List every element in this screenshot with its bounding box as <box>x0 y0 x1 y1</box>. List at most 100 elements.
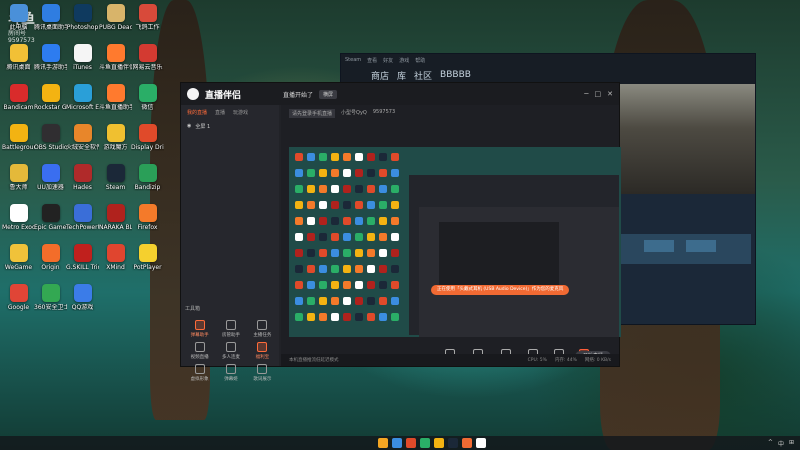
app-icon <box>41 204 60 222</box>
tray-ime-icon[interactable]: 中 <box>778 439 784 448</box>
live-companion-window[interactable]: 直播伴侣 直播开始了 横屏 ─ □ ✕ 我的直播 直播 玩游戏 ◉ 全屏 1 工… <box>180 82 621 382</box>
info-chip[interactable]: 请先登录手机直播 <box>289 109 336 118</box>
tool-icon <box>257 364 268 374</box>
preview-app-icon <box>367 313 375 321</box>
tab-live[interactable]: 直播 <box>215 109 225 116</box>
tool-icon <box>257 320 268 330</box>
desktop-icon[interactable]: 腾讯桌面助手 <box>34 4 67 31</box>
taskbar-app-icon[interactable] <box>406 438 416 448</box>
tab-games[interactable]: 玩游戏 <box>233 109 248 116</box>
desktop-icon[interactable]: Metro Exodus <box>2 204 35 231</box>
desktop-icon[interactable]: 鲁大师 <box>2 164 35 191</box>
desktop-icon[interactable]: Microsoft Edge <box>66 84 99 111</box>
tool-item[interactable]: 主播任务 <box>248 320 277 338</box>
app-icon <box>9 244 28 262</box>
tool-item[interactable]: 弹幕姬 <box>216 364 245 382</box>
tray-desktop-icon[interactable]: ⊞ <box>789 439 794 448</box>
desktop-icon[interactable]: XMind <box>99 244 132 271</box>
desktop-icon[interactable]: 腾讯手游助手 <box>34 44 67 71</box>
desktop-icon[interactable]: QQ游戏 <box>66 284 99 311</box>
scene-item[interactable]: ◉ 全屏 1 <box>181 120 279 133</box>
preview-app-icon <box>355 233 363 241</box>
desktop-icon[interactable]: 腾讯桌面 <box>2 44 35 71</box>
desktop-icon[interactable]: 网易云音乐 <box>131 44 164 71</box>
desktop-icon[interactable]: Epic Games Launcher <box>34 204 67 231</box>
tool-item[interactable]: 多人连麦 <box>216 342 245 360</box>
desktop-icon[interactable]: G.SKILL Trident <box>66 244 99 271</box>
desktop-icon[interactable]: TechPowerUp GPU-Z <box>66 204 99 231</box>
tool-item[interactable]: 歌词展示 <box>248 364 277 382</box>
taskbar-app-icon[interactable] <box>462 438 472 448</box>
desktop-icon[interactable]: 游戏魔方 <box>99 124 132 151</box>
taskbar-app-icon[interactable] <box>448 438 458 448</box>
steam-menu-view[interactable]: 查看 <box>367 57 377 64</box>
taskbar-app-icon[interactable] <box>476 438 486 448</box>
close-icon[interactable]: ✕ <box>607 90 613 98</box>
app-icon <box>73 4 92 22</box>
tray-expand-icon[interactable]: ^ <box>768 439 773 448</box>
desktop-icon[interactable]: Hades <box>66 164 99 191</box>
maximize-icon[interactable]: □ <box>595 90 602 98</box>
desktop-icon[interactable]: 360安全卫士 <box>34 284 67 311</box>
desktop-icon[interactable]: Rockstar Games <box>34 84 67 111</box>
desktop-icon[interactable]: Display Driver <box>131 124 164 151</box>
steam-action-button-2[interactable] <box>686 240 716 252</box>
minimize-icon[interactable]: ─ <box>584 90 588 98</box>
desktop-icon[interactable]: iTunes <box>66 44 99 71</box>
live-orientation-badge[interactable]: 横屏 <box>319 89 338 99</box>
desktop-icon[interactable]: Firefox <box>131 204 164 231</box>
tool-item[interactable]: 视频直播 <box>185 342 214 360</box>
desktop-icon[interactable]: 微信 <box>131 84 164 111</box>
preview-app-icon <box>379 233 387 241</box>
taskbar-app-icon[interactable] <box>434 438 444 448</box>
desktop-icon[interactable]: 斗鱼直播助手 <box>99 84 132 111</box>
taskbar-app-icon[interactable] <box>420 438 430 448</box>
desktop-icon[interactable]: Google <box>2 284 35 311</box>
desktop-icon[interactable]: Steam <box>99 164 132 191</box>
tool-item[interactable]: 房管助手 <box>216 320 245 338</box>
steam-nav-community[interactable]: 社区 <box>414 69 432 82</box>
desktop-icon[interactable]: 此电脑 <box>2 4 35 31</box>
steam-nav-profile[interactable]: BBBBB <box>440 70 471 80</box>
desktop-icon[interactable]: 飞鸽工作 <box>131 4 164 31</box>
desktop-icon[interactable]: PUBG Dead <box>99 4 132 31</box>
desktop-icon-label: Google <box>7 304 30 311</box>
desktop-icon[interactable]: Bandizip <box>131 164 164 191</box>
desktop-icon[interactable]: WeGame <box>2 244 35 271</box>
desktop-icon[interactable]: PotPlayer <box>131 244 164 271</box>
steam-nav-store[interactable]: 商店 <box>371 69 389 82</box>
desktop-icon[interactable]: NARAKA BLADEPOINT <box>99 204 132 231</box>
preview-app-icon <box>343 233 351 241</box>
tool-item[interactable]: 福利宝 <box>248 342 277 360</box>
live-logo-icon <box>187 88 199 100</box>
desktop-icon[interactable]: UU加速器 <box>34 164 67 191</box>
preview-app-icon <box>343 297 351 305</box>
desktop-icon[interactable]: Battlegrounds <box>2 124 35 151</box>
tool-icon <box>257 342 268 352</box>
tool-label: 主播任务 <box>253 333 272 338</box>
steam-action-button[interactable] <box>644 240 674 252</box>
live-header: 直播伴侣 直播开始了 横屏 ─ □ ✕ <box>181 83 619 105</box>
desktop-icon[interactable]: 火绒安全软件 <box>66 124 99 151</box>
desktop-icon[interactable]: Photoshop <box>66 4 99 31</box>
stream-preview[interactable]: 正在使用「头戴式耳机 (USB Audio Device)」作为您的麦克风 <box>289 147 621 337</box>
taskbar-app-icon[interactable] <box>378 438 388 448</box>
steam-menu-friends[interactable]: 好友 <box>383 57 393 64</box>
preview-app-icon <box>307 217 315 225</box>
taskbar-app-icon[interactable] <box>392 438 402 448</box>
eye-icon[interactable]: ◉ <box>187 123 191 130</box>
steam-menu-help[interactable]: 帮助 <box>415 57 425 64</box>
tool-item[interactable]: 弹幕助手 <box>185 320 214 338</box>
desktop-icon[interactable]: OBS Studio <box>34 124 67 151</box>
steam-menu-games[interactable]: 游戏 <box>399 57 409 64</box>
desktop-icon[interactable]: 斗鱼直播伴侣 <box>99 44 132 71</box>
tab-my-live[interactable]: 我的直播 <box>187 109 207 116</box>
desktop-icon-label: 飞鸽工作 <box>135 24 160 31</box>
preview-app-icon <box>367 233 375 241</box>
steam-nav-library[interactable]: 库 <box>397 69 406 82</box>
steam-menu-steam[interactable]: Steam <box>345 57 361 63</box>
tool-item[interactable]: 虚拟形象 <box>185 364 214 382</box>
live-info-row: 请先登录手机直播 小型号QyQ 9597573 <box>281 105 619 122</box>
desktop-icon[interactable]: Bandicam <box>2 84 35 111</box>
desktop-icon[interactable]: Origin <box>34 244 67 271</box>
